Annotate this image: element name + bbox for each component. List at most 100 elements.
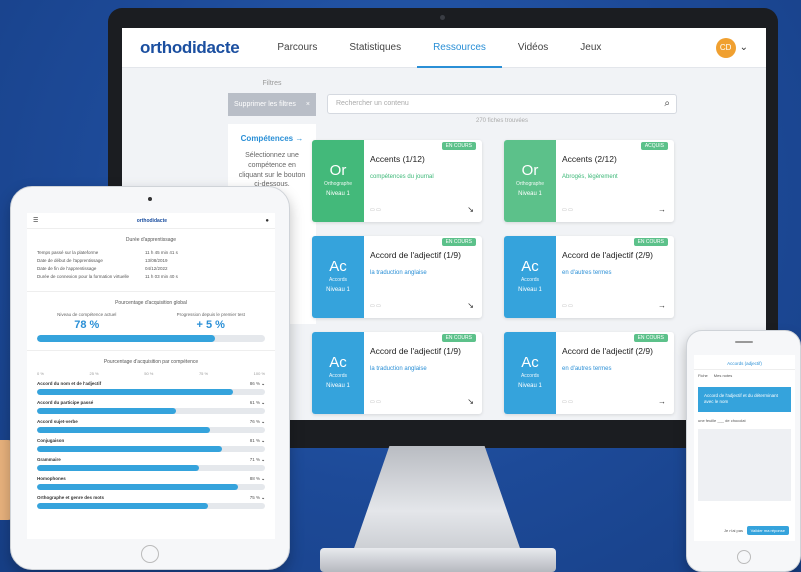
card-subtitle[interactable]: en d'autres termes [562,366,612,372]
competence-row[interactable]: Grammaire 71 % ⌄ [37,457,265,471]
category-label: Accords [520,277,540,283]
current-level-value: 78 % [74,319,100,331]
card-title: Accord de l'adjectif (1/9) [370,346,461,356]
clear-filters-button[interactable]: Supprimer les filtres × [228,93,316,116]
competence-bar-fill [37,446,222,452]
nav-statistiques[interactable]: Statistiques [333,28,417,68]
chevron-down-icon[interactable]: ⌄ [260,419,265,425]
axis-tick: 50 % [144,371,154,376]
tablet-device: ☰ orthodidacte ● Durée d'apprentissage T… [10,186,290,570]
nav-ressources[interactable]: Ressources [417,28,502,68]
chevron-down-icon[interactable]: ⌄ [260,381,265,387]
search-placeholder: Rechercher un contenu [336,100,409,107]
tab-fiche[interactable]: Fiche [698,373,708,378]
card-subtitle[interactable]: compétences du journal [370,174,434,180]
chevron-down-icon[interactable]: ⌄ [260,495,265,501]
arrow-icon[interactable]: → [658,205,666,214]
category-tile: Ac Accords Niveau 1 [504,236,556,318]
competence-bar [37,484,265,490]
resource-card[interactable]: Or Orthographe Niveau 1 Accents (2/12) Abrog… [504,140,674,222]
competence-bar-fill [37,389,234,395]
competences-button[interactable]: Compétences → [236,134,308,143]
chevron-down-icon[interactable]: ⌄ [740,42,748,53]
arrow-icon[interactable]: ↘ [467,205,474,214]
resource-card[interactable]: Ac Accords Niveau 1 Accord de l'adjectif (1… [312,332,482,414]
category-abbr: Ac [521,258,539,275]
competence-bar [37,465,265,471]
competence-row[interactable]: Accord du participe passé 61 % ⌄ [37,400,265,414]
competence-row[interactable]: Accord du nom et de l'adjectif 86 % ⌄ [37,381,265,395]
card-subtitle[interactable]: en d'autres termes [562,270,612,276]
nav-videos[interactable]: Vidéos [502,28,564,68]
stat-row: Date de début de l'apprentissage 13/08/20… [37,258,265,263]
chevron-down-icon[interactable]: ⌄ [260,438,265,444]
competence-name: Accord du nom et de l'adjectif [37,381,102,386]
nav-jeux[interactable]: Jeux [564,28,617,68]
chevron-down-icon[interactable]: ⌄ [260,476,265,482]
divider [27,291,275,292]
filters-label: Filtres [262,80,282,87]
exercise-card: Accord de l'adjectif et du déterminant a… [698,387,791,412]
exercise-area [698,428,791,501]
axis-tick: 25 % [89,371,99,376]
arrow-icon[interactable]: ↘ [467,301,474,310]
card-title: Accord de l'adjectif (1/9) [370,250,461,260]
competence-name: Accord sujet-verbe [37,419,78,424]
competence-bar [37,446,265,452]
monitor-base [320,548,556,572]
competence-row[interactable]: Accord sujet-verbe 76 % ⌄ [37,419,265,433]
back-link[interactable]: Je n'ai pas [724,528,743,533]
stat-value: 13/08/2019 [145,258,168,263]
chevron-down-icon[interactable]: ⌄ [260,457,265,463]
home-button[interactable] [141,545,159,563]
stat-label: Temps passé sur la plateforme [37,250,99,255]
arrow-icon[interactable]: ↘ [467,397,474,406]
validate-button[interactable]: Valider ma réponse [746,526,789,535]
axis-tick: 100 % [253,371,265,376]
phone-screen: Accords (adjectif) Fiche Mes notes Accor… [694,355,795,541]
app-logo[interactable]: orthodidacte [140,38,240,58]
resource-card[interactable]: Ac Accords Niveau 1 Accord de l'adjectif (2… [504,236,674,318]
card-subtitle[interactable]: la traduction anglaise [370,366,427,372]
competence-pct: 75 % [249,495,260,500]
competence-pct: 88 % [249,476,260,481]
tablet-screen: ☰ orthodidacte ● Durée d'apprentissage T… [27,213,275,539]
status-badge: EN COURS [633,334,668,342]
search-icon[interactable]: ⌕ [664,98,670,109]
competence-pct: 61 % [249,400,260,405]
resource-card[interactable]: Ac Accords Niveau 1 Accord de l'adjectif (1… [312,236,482,318]
arrow-icon[interactable]: → [658,301,666,310]
resource-card[interactable]: Ac Accords Niveau 1 Accord de l'adjectif (2… [504,332,674,414]
progression-metric: Progression depuis le premier test + 5 % [177,312,245,331]
competence-name: Conjugaison [37,438,65,443]
competence-pct: 76 % [249,419,260,424]
clear-filters-label: Supprimer les filtres [234,101,296,108]
resource-card[interactable]: Or Orthographe Niveau 1 Accents (1/12) compé… [312,140,482,222]
tab-notes[interactable]: Mes notes [714,373,732,378]
progression-label: Progression depuis le premier test [176,312,245,317]
axis-tick: 75 % [198,371,209,376]
exercise-sentence[interactable]: une feuille ___ de chocolat [698,418,791,423]
duration-stats: Temps passé sur la plateforme 11 h 45 min… [27,243,275,283]
avatar[interactable]: CD [715,37,736,58]
chevron-down-icon[interactable]: ⌄ [260,400,265,406]
competence-bar [37,503,265,509]
arrow-icon[interactable]: → [658,397,666,406]
nav-parcours[interactable]: Parcours [261,28,333,68]
competence-row[interactable]: Orthographe et genre des mots 75 % ⌄ [37,495,265,509]
category-label: Orthographe [323,181,353,187]
tablet-logo: orthodidacte [136,217,168,224]
search-input[interactable]: Rechercher un contenu ⌕ [327,94,677,114]
menu-icon[interactable]: ☰ [33,217,38,224]
category-tile: Ac Accords Niveau 1 [312,332,364,414]
format-icons: ▭ ▭ [370,399,381,405]
stat-value: 04/12/2022 [145,266,168,271]
competence-row[interactable]: Conjugaison 81 % ⌄ [37,438,265,452]
category-label: Accords [328,373,348,379]
card-subtitle[interactable]: Abrogés, légèrement [562,174,618,180]
competence-row[interactable]: Homophones 88 % ⌄ [37,476,265,490]
home-button[interactable] [737,550,751,564]
competence-pct: 86 % [249,381,260,386]
card-subtitle[interactable]: la traduction anglaise [370,270,427,276]
user-icon[interactable]: ● [265,218,269,224]
